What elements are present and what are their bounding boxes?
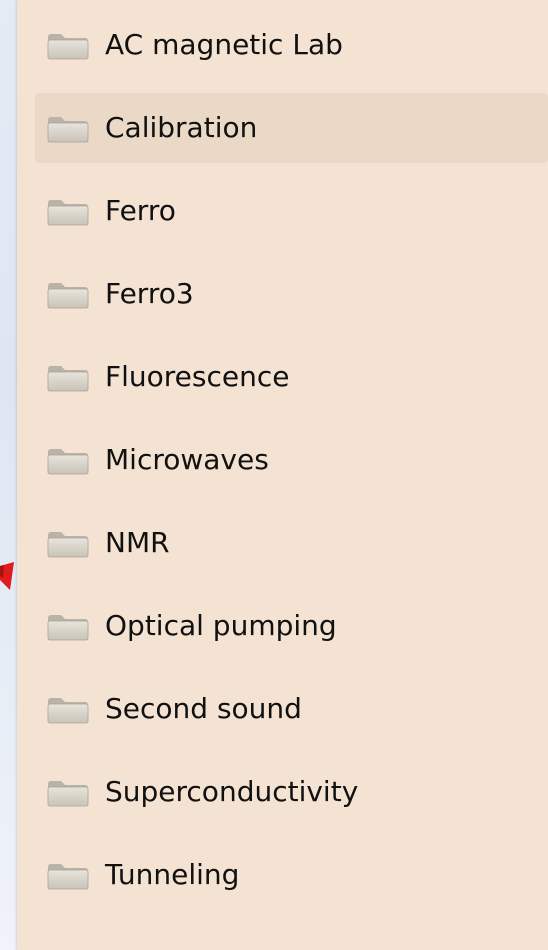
folder-icon (47, 697, 89, 724)
folder-list-panel: AC magnetic Lab Calibration Ferro Ferro3… (17, 0, 548, 950)
folder-icon (47, 780, 89, 807)
folder-icon (47, 33, 89, 60)
folder-label: Calibration (105, 111, 258, 144)
folder-icon (47, 116, 89, 143)
folder-label: Microwaves (105, 443, 269, 476)
folder-list: AC magnetic Lab Calibration Ferro Ferro3… (35, 10, 548, 923)
folder-item-tunneling[interactable]: Tunneling (35, 840, 548, 910)
folder-icon (47, 614, 89, 641)
folder-label: Optical pumping (105, 609, 337, 642)
folder-item-ferro3[interactable]: Ferro3 (35, 259, 548, 329)
folder-icon (47, 199, 89, 226)
folder-label: Fluorescence (105, 360, 290, 393)
folder-item-fluorescence[interactable]: Fluorescence (35, 342, 548, 412)
folder-label: Ferro (105, 194, 176, 227)
red-arrow-icon (0, 562, 14, 590)
folder-item-second-sound[interactable]: Second sound (35, 674, 548, 744)
folder-item-microwaves[interactable]: Microwaves (35, 425, 548, 495)
folder-item-calibration[interactable]: Calibration (35, 93, 548, 163)
folder-item-superconductivity[interactable]: Superconductivity (35, 757, 548, 827)
folder-label: AC magnetic Lab (105, 28, 343, 61)
folder-label: Second sound (105, 692, 302, 725)
folder-icon (47, 282, 89, 309)
folder-item-ferro[interactable]: Ferro (35, 176, 548, 246)
folder-item-ac-magnetic-lab[interactable]: AC magnetic Lab (35, 10, 548, 80)
folder-item-nmr[interactable]: NMR (35, 508, 548, 578)
folder-label: Ferro3 (105, 277, 194, 310)
folder-label: NMR (105, 526, 170, 559)
folder-icon (47, 531, 89, 558)
folder-item-optical-pumping[interactable]: Optical pumping (35, 591, 548, 661)
folder-label: Tunneling (105, 858, 240, 891)
folder-icon (47, 863, 89, 890)
folder-label: Superconductivity (105, 775, 359, 808)
folder-icon (47, 365, 89, 392)
folder-icon (47, 448, 89, 475)
